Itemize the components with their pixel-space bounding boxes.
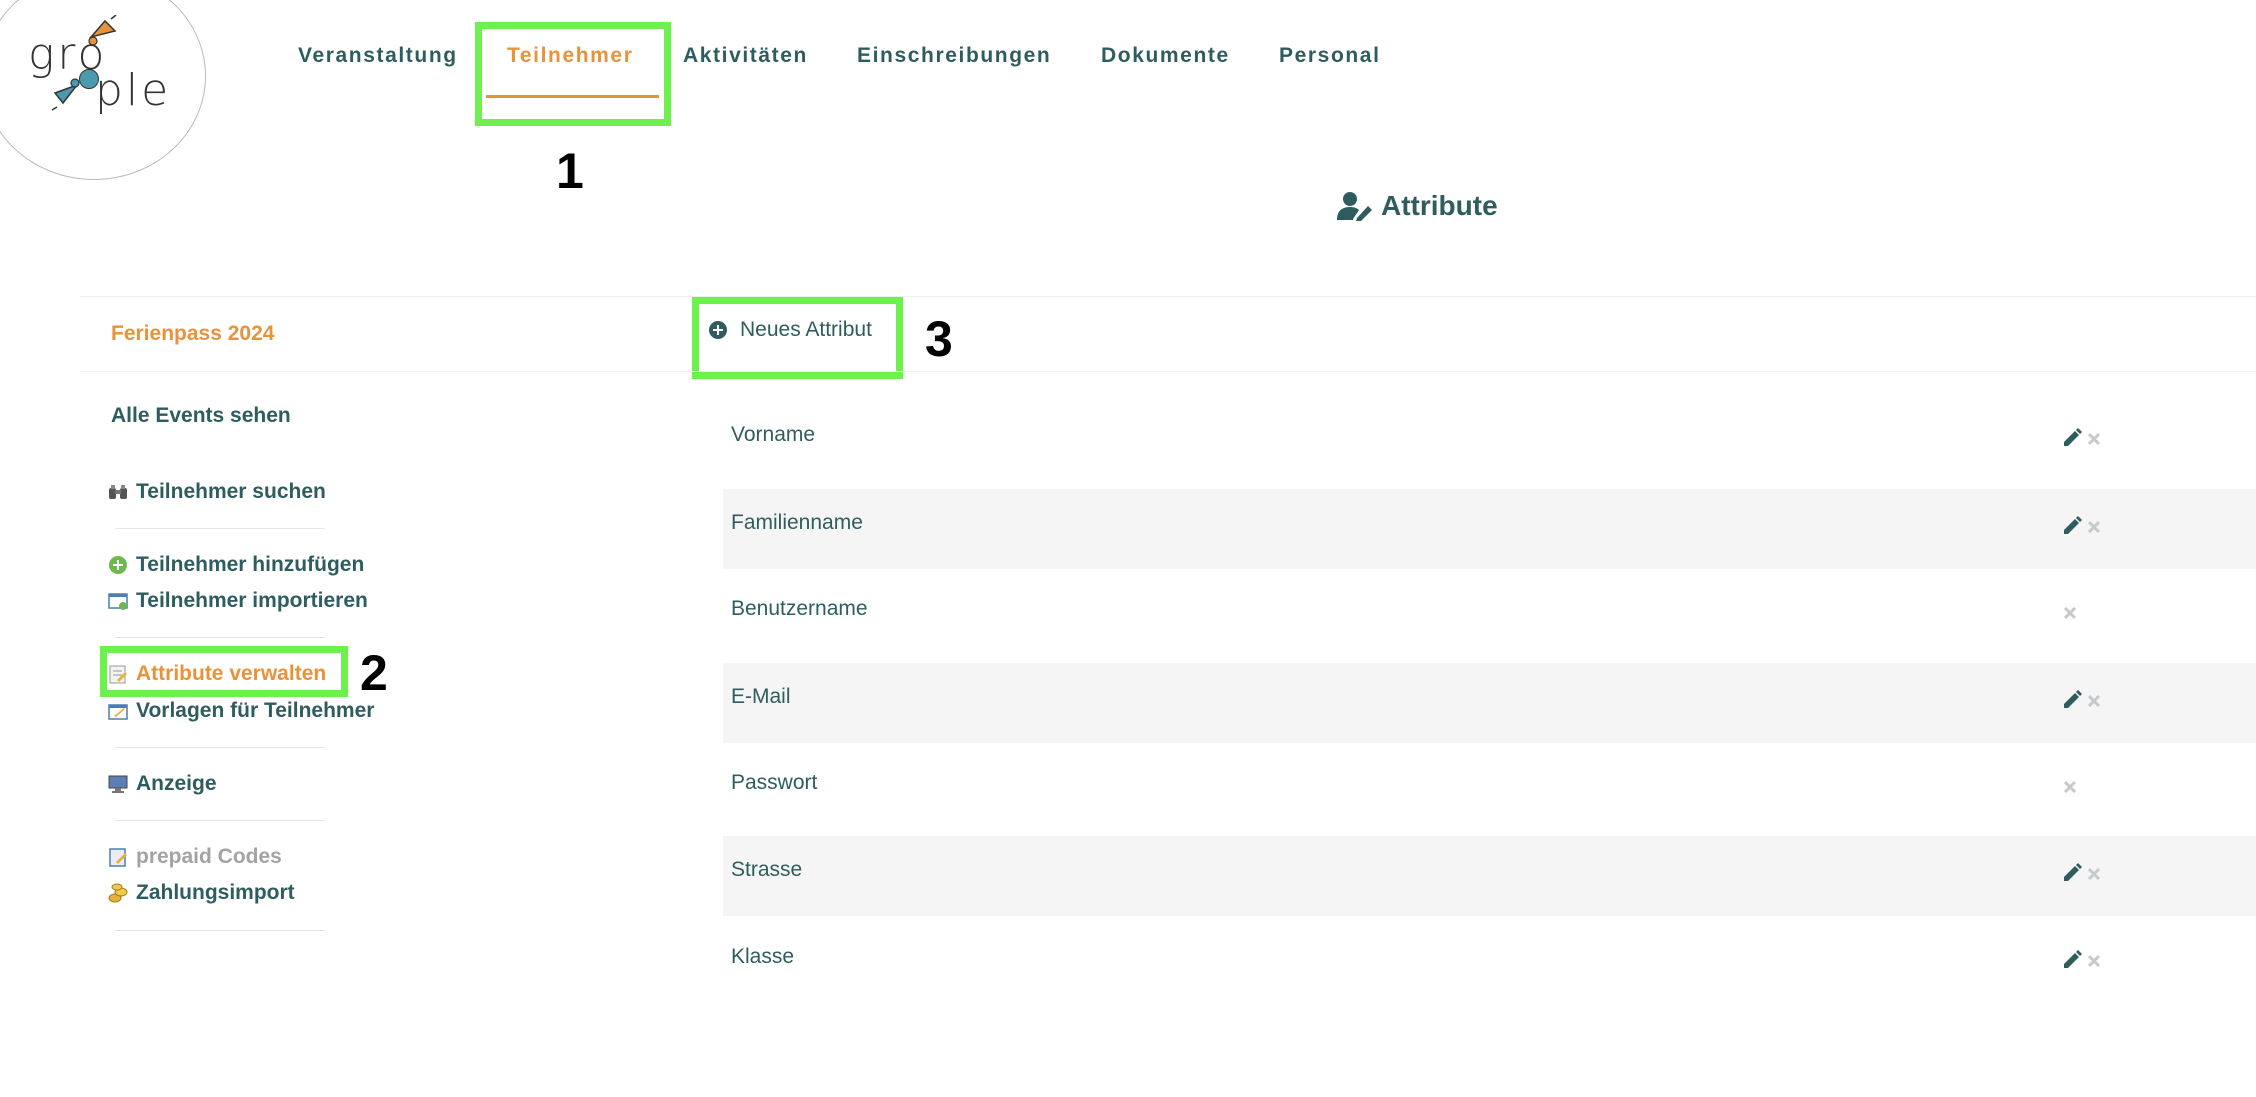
delete-icon[interactable] — [2061, 604, 2079, 622]
pencil-icon[interactable] — [2061, 949, 2083, 971]
bell-icon — [51, 78, 80, 111]
delete-icon[interactable] — [2061, 778, 2079, 796]
sidebar-item-label: Teilnehmer suchen — [136, 480, 326, 503]
sidebar-divider — [115, 930, 325, 931]
pencil-icon[interactable] — [2061, 427, 2083, 449]
import-icon — [108, 593, 128, 610]
attribute-name: Benutzername — [731, 597, 868, 620]
sidebar-divider — [115, 820, 325, 821]
table-row: E-Mail — [723, 663, 2256, 743]
monitor-icon — [108, 775, 128, 793]
edit-form-icon — [109, 665, 127, 684]
nav-personal[interactable]: Personal — [1279, 44, 1381, 68]
nav-veranstaltung[interactable]: Veranstaltung — [298, 44, 458, 68]
sidebar-divider — [115, 528, 325, 529]
sidebar-item-teilnehmer-suchen[interactable]: Teilnehmer suchen — [108, 480, 326, 504]
notepad-icon — [109, 848, 127, 867]
logo-text-bottom: ple — [95, 65, 172, 116]
sidebar-item-prepaid-codes[interactable]: prepaid Codes — [108, 845, 282, 869]
binoculars-icon — [109, 485, 127, 499]
sidebar-item-label: Teilnehmer hinzufügen — [136, 553, 365, 576]
nav-dokumente[interactable]: Dokumente — [1101, 44, 1230, 68]
sidebar-item-label: Zahlungsimport — [136, 881, 295, 904]
sidebar-item-vorlagen[interactable]: Vorlagen für Teilnehmer — [108, 699, 374, 723]
pencil-icon[interactable] — [2061, 862, 2083, 884]
user-edit-icon — [1337, 192, 1372, 221]
sidebar-item-label: prepaid Codes — [136, 845, 282, 868]
sidebar-event-name[interactable]: Ferienpass 2024 — [111, 322, 274, 346]
divider — [80, 296, 2256, 297]
logo[interactable]: gro ple — [0, 0, 206, 180]
attribute-name: Vorname — [731, 423, 816, 446]
delete-icon[interactable] — [2085, 518, 2103, 536]
new-attribute-button[interactable]: Neues Attribut — [708, 318, 872, 342]
sidebar-item-label: Attribute verwalten — [136, 662, 327, 685]
attribute-name: Familienname — [731, 511, 863, 534]
nav-aktivitaeten[interactable]: Aktivitäten — [683, 44, 808, 68]
attribute-name: E-Mail — [731, 685, 791, 708]
annotation-number: 3 — [925, 311, 953, 367]
coins-icon — [108, 883, 128, 903]
page-title-text: Attribute — [1381, 190, 1498, 221]
sidebar-item-label: Vorlagen für Teilnehmer — [136, 699, 375, 722]
sidebar-all-events[interactable]: Alle Events sehen — [111, 404, 291, 428]
pencil-icon[interactable] — [2061, 515, 2083, 537]
sidebar-item-label: Teilnehmer importieren — [136, 589, 368, 612]
sidebar-divider — [115, 637, 325, 638]
sidebar-item-attribute-verwalten[interactable]: Attribute verwalten — [108, 662, 326, 686]
annotation-number: 1 — [556, 143, 584, 199]
table-row: Passwort — [723, 749, 2256, 829]
new-attribute-label: Neues Attribut — [740, 318, 872, 341]
sidebar-item-teilnehmer-hinzufuegen[interactable]: Teilnehmer hinzufügen — [108, 553, 364, 577]
delete-icon[interactable] — [2085, 865, 2103, 883]
table-row: Familienname — [723, 489, 2256, 569]
page-title: Attribute — [1337, 190, 1498, 222]
plus-circle-icon — [109, 556, 127, 574]
sidebar-item-teilnehmer-importieren[interactable]: Teilnehmer importieren — [108, 589, 368, 613]
highlight-box — [475, 22, 671, 126]
attribute-name: Strasse — [731, 858, 803, 881]
template-icon — [108, 704, 128, 720]
delete-icon[interactable] — [2085, 430, 2103, 448]
attribute-name: Passwort — [731, 771, 818, 794]
annotation-number: 2 — [360, 645, 388, 701]
sidebar-item-label: Anzeige — [136, 772, 217, 795]
attribute-name: Klasse — [731, 945, 795, 968]
table-row: Strasse — [723, 836, 2256, 916]
delete-icon[interactable] — [2085, 692, 2103, 710]
sidebar-divider — [115, 747, 325, 748]
plus-circle-icon — [709, 321, 727, 339]
sidebar-item-zahlungsimport[interactable]: Zahlungsimport — [108, 881, 295, 905]
bell-icon — [88, 15, 117, 46]
divider — [80, 371, 2256, 372]
delete-icon[interactable] — [2085, 952, 2103, 970]
pencil-icon[interactable] — [2061, 689, 2083, 711]
nav-einschreibungen[interactable]: Einschreibungen — [857, 44, 1051, 68]
table-row: Benutzername — [723, 575, 2256, 655]
sidebar-item-anzeige[interactable]: Anzeige — [108, 772, 217, 796]
table-row: Vorname — [723, 401, 2256, 481]
table-row: Klasse — [723, 923, 2256, 1003]
